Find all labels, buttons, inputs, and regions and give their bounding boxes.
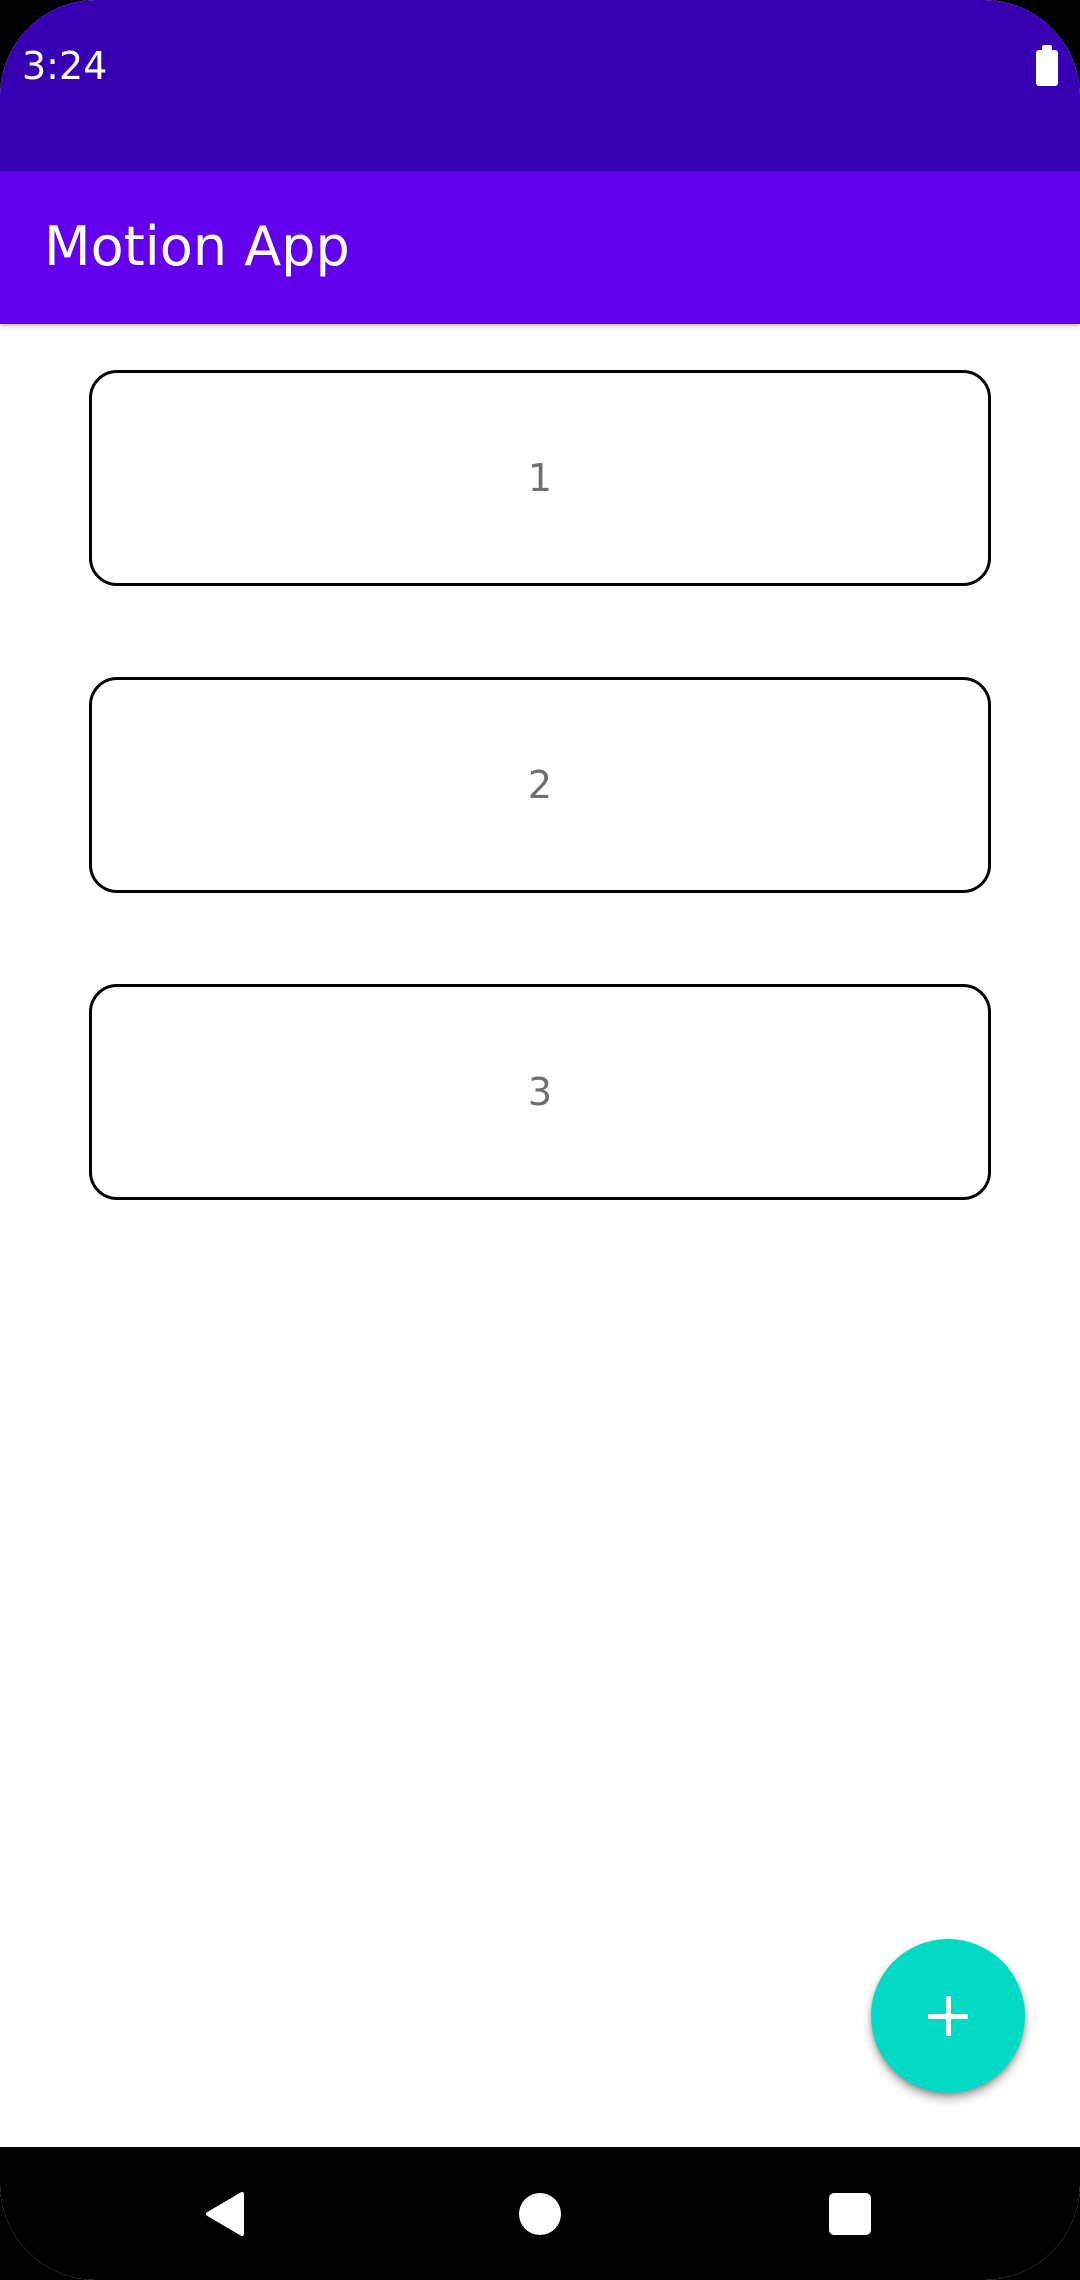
status-time: 3:24	[22, 44, 108, 88]
recents-square-icon[interactable]	[829, 2193, 871, 2235]
home-circle-icon[interactable]	[519, 2193, 561, 2235]
list-card[interactable]: 2	[89, 677, 991, 893]
add-fab-button[interactable]	[871, 1939, 1025, 2093]
card-label: 3	[527, 1070, 553, 1114]
card-label: 2	[527, 763, 553, 807]
status-bar: 3:24	[0, 0, 1080, 171]
back-triangle-icon[interactable]	[202, 2190, 248, 2238]
list-card[interactable]: 1	[89, 370, 991, 586]
app-title: Motion App	[44, 215, 350, 278]
card-label: 1	[527, 456, 553, 500]
app-bar: Motion App	[0, 171, 1080, 324]
battery-full-icon	[1036, 45, 1058, 86]
plus-icon	[928, 1996, 968, 2036]
list-card[interactable]: 3	[89, 984, 991, 1200]
phone-screen: 3:24 Motion App 1 2 3	[0, 0, 1080, 2280]
navigation-bar	[0, 2147, 1080, 2280]
